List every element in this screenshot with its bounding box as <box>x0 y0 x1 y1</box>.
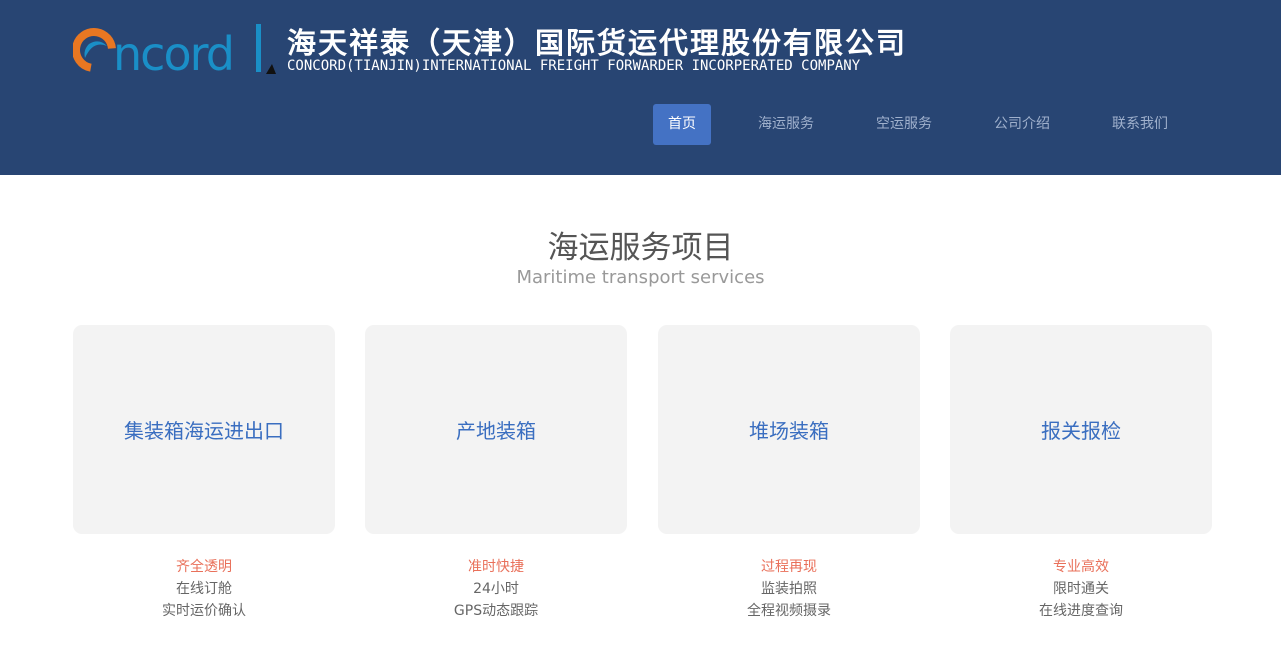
service-highlight: 过程再现 <box>761 559 817 575</box>
service-line: GPS动态跟踪 <box>453 603 539 619</box>
concord-logo[interactable]: ncord <box>73 18 279 78</box>
service-card-container-shipping[interactable]: 集装箱海运进出口 <box>73 325 335 534</box>
section-title: 海运服务项目 <box>547 230 734 266</box>
svg-text:ncord: ncord <box>113 27 233 78</box>
nav-item-sea-freight[interactable]: 海运服务 <box>754 104 818 145</box>
site-header: ncord 海天祥泰（天津）国际货运代理股份有限公司 CONCORD(TIANJ… <box>0 0 1281 175</box>
service-desc: 齐全透明 在线订舱 实时运价确认 <box>73 556 335 622</box>
service-card-customs[interactable]: 报关报检 <box>950 325 1212 534</box>
nav-item-contact[interactable]: 联系我们 <box>1108 104 1172 145</box>
service-card-title: 集装箱海运进出口 <box>124 419 284 443</box>
service-highlight: 齐全透明 <box>176 559 232 575</box>
service-desc: 专业高效 限时通关 在线进度查询 <box>950 556 1212 622</box>
service-highlight: 专业高效 <box>1053 559 1109 575</box>
company-name-cn: 海天祥泰（天津）国际货运代理股份有限公司 <box>287 26 908 60</box>
service-line: 监装拍照 <box>761 581 817 597</box>
service-line: 限时通关 <box>1053 581 1109 597</box>
service-line: 在线进度查询 <box>1039 603 1123 619</box>
company-name-en: CONCORD(TIANJIN)INTERNATIONAL FREIGHT FO… <box>287 58 861 74</box>
service-highlight: 准时快捷 <box>468 559 524 575</box>
service-card-origin-loading[interactable]: 产地装箱 <box>365 325 627 534</box>
nav-item-about[interactable]: 公司介绍 <box>990 104 1054 145</box>
nav-item-home[interactable]: 首页 <box>653 104 711 145</box>
nav-item-air-freight[interactable]: 空运服务 <box>872 104 936 145</box>
main-nav: 首页 海运服务 空运服务 公司介绍 联系我们 <box>0 104 1281 145</box>
service-line: 全程视频摄录 <box>747 603 831 619</box>
service-line: 实时运价确认 <box>162 603 246 619</box>
service-line: 24小时 <box>473 581 519 597</box>
service-card-yard-loading[interactable]: 堆场装箱 <box>658 325 920 534</box>
service-desc: 准时快捷 24小时 GPS动态跟踪 <box>365 556 627 622</box>
service-card-title: 堆场装箱 <box>749 419 829 443</box>
service-desc: 过程再现 监装拍照 全程视频摄录 <box>658 556 920 622</box>
service-line: 在线订舱 <box>176 581 232 597</box>
service-card-title: 报关报检 <box>1041 419 1121 443</box>
service-card-title: 产地装箱 <box>456 419 536 443</box>
section-subtitle: Maritime transport services <box>516 267 765 288</box>
